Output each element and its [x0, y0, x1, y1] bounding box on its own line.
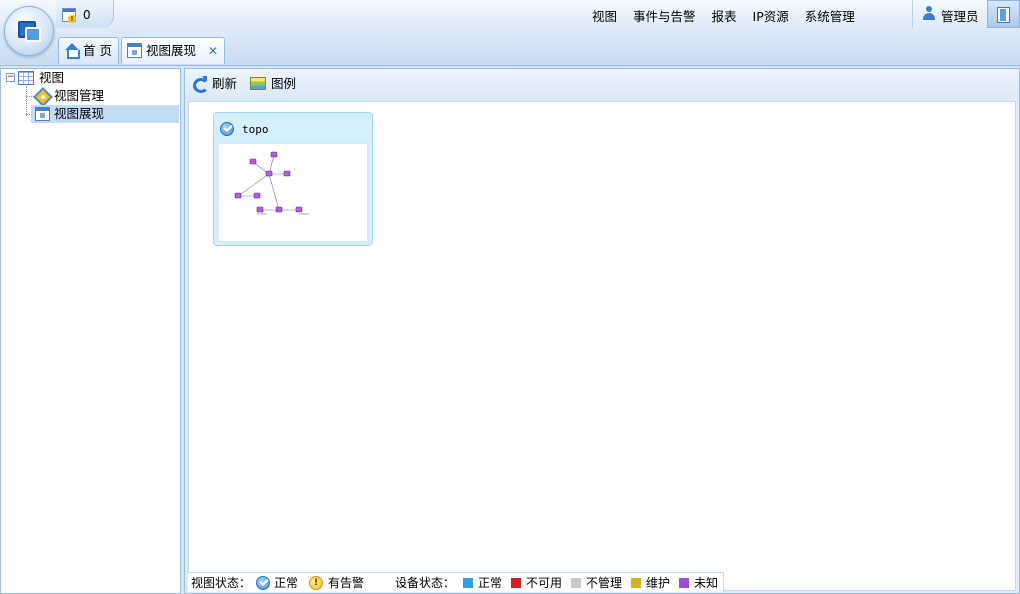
view-status-normal: 正常: [274, 576, 299, 590]
tab-bar: 首 页 视图展现 ✕: [58, 37, 227, 65]
exit-door-icon: [997, 7, 1010, 23]
tab-view-display[interactable]: 视图展现 ✕: [120, 37, 226, 64]
status-normal-icon: [256, 576, 270, 590]
device-status-unmanaged: 不管理: [586, 576, 623, 590]
nav-item-view[interactable]: 视图: [592, 6, 617, 24]
tree-item-label: 视图展现: [54, 106, 105, 121]
refresh-button[interactable]: 刷新: [192, 75, 240, 93]
view-status-alarm: 有告警: [328, 576, 365, 590]
main-panel: 刷新 图例 topo 视图状态： 正常 ! 有告警 设备状态： 正常 不可用 不…: [184, 68, 1020, 594]
device-unknown-swatch: [679, 578, 689, 588]
user-icon: [922, 6, 936, 21]
view-icon: [126, 43, 142, 58]
toolbar: 刷新 图例: [185, 69, 1019, 99]
device-status-unavailable: 不可用: [526, 576, 563, 590]
tab-label: 首 页: [83, 43, 112, 58]
refresh-icon: [192, 76, 209, 93]
tab-home[interactable]: 首 页: [58, 37, 119, 64]
device-status-unknown: 未知: [694, 576, 719, 590]
sidebar-tree: [0, 68, 181, 594]
device-unavailable-swatch: [511, 578, 521, 588]
tree-item-view-manage[interactable]: 视图管理: [54, 87, 104, 105]
logo-square-front: [25, 27, 41, 42]
tab-label: 视图展现: [145, 43, 196, 58]
user-name[interactable]: 管理员: [941, 6, 979, 25]
tree-collapse-icon[interactable]: −: [6, 73, 15, 82]
notice-count: 0: [83, 8, 91, 22]
view-icon: [35, 107, 50, 121]
notice-area[interactable]: 0: [56, 0, 114, 28]
device-status-label: 设备状态：: [395, 576, 456, 590]
device-maintenance-swatch: [631, 578, 641, 588]
view-card-title: topo: [242, 123, 269, 136]
tree-item-view-display[interactable]: 视图展现: [31, 105, 179, 123]
nav-item-system-admin[interactable]: 系统管理: [805, 6, 855, 24]
device-status-normal: 正常: [478, 576, 503, 590]
tab-close-icon[interactable]: ✕: [208, 38, 218, 64]
tree-connector: [26, 86, 27, 116]
user-menu[interactable]: 管理员: [912, 0, 984, 28]
device-unmanaged-swatch: [571, 578, 581, 588]
status-normal-icon: [220, 122, 234, 136]
logout-button[interactable]: [987, 0, 1020, 28]
view-canvas: topo: [188, 101, 1016, 591]
legend-icon: [250, 77, 266, 90]
nav-item-events-alarms[interactable]: 事件与告警: [633, 6, 696, 24]
header-bar: 0 视图 事件与告警 报表 IP资源 系统管理 管理员 首 页 视图展现 ✕: [0, 0, 1020, 66]
home-icon: [64, 43, 80, 59]
notification-icon[interactable]: [62, 8, 76, 23]
nav-item-ip-resources[interactable]: IP资源: [753, 6, 789, 24]
nav-item-reports[interactable]: 报表: [712, 6, 737, 24]
view-status-label: 视图状态：: [191, 576, 252, 590]
legend-button[interactable]: 图例: [250, 75, 300, 93]
topology-thumbnail[interactable]: [218, 143, 368, 242]
app-logo[interactable]: [4, 6, 54, 56]
topology-preview: [234, 151, 309, 215]
top-nav: 视图 事件与告警 报表 IP资源 系统管理: [592, 6, 871, 24]
view-card-topo[interactable]: topo: [213, 112, 373, 246]
legend-label: 图例: [271, 76, 297, 91]
status-legend-bar: 视图状态： 正常 ! 有告警 设备状态： 正常 不可用 不管理 维护 未知: [188, 572, 724, 592]
device-normal-swatch: [463, 578, 473, 588]
tree-item-view-root[interactable]: 视图: [39, 69, 64, 87]
status-alarm-icon: !: [309, 576, 323, 590]
refresh-label: 刷新: [212, 76, 238, 91]
device-status-maintenance: 维护: [646, 576, 671, 590]
grid-view-icon: [18, 71, 34, 85]
